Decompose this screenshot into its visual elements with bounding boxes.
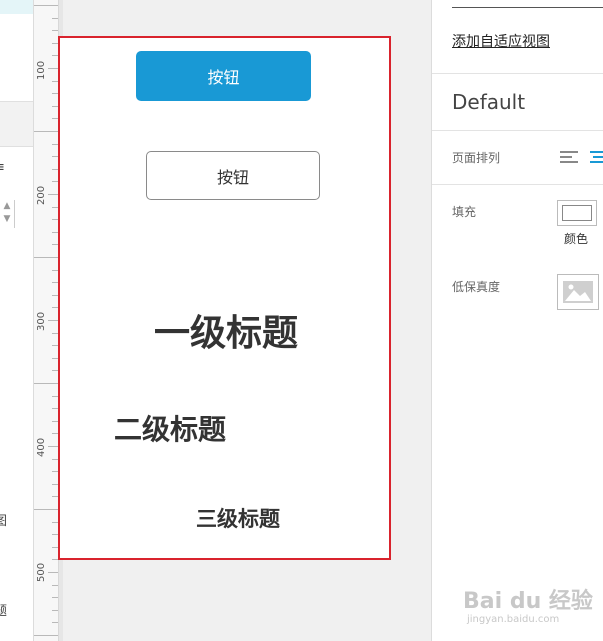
- page-arrangement-label: 页面排列: [452, 151, 501, 165]
- align-left-icon[interactable]: [560, 151, 578, 165]
- ruler-tick: [34, 635, 58, 636]
- left-panel-glyph: ≡: [0, 160, 5, 175]
- add-adaptive-view-link[interactable]: 添加自适应视图: [452, 31, 550, 51]
- page-frame[interactable]: 按钮 按钮 一级标题 二级标题 三级标题: [58, 36, 391, 560]
- left-panel-glyph: 题: [0, 600, 7, 619]
- view-name: Default: [452, 90, 526, 114]
- ruler-label: 400: [36, 437, 47, 457]
- outline-button[interactable]: 按钮: [146, 151, 320, 200]
- section-divider: [432, 73, 603, 74]
- left-panel-stepper[interactable]: ▲ ▼: [0, 200, 15, 228]
- vertical-ruler: 100 200 300 400 500: [34, 0, 59, 641]
- left-panel-selected-item[interactable]: [0, 0, 33, 14]
- ruler-tick: [52, 30, 58, 32]
- low-fidelity-label: 低保真度: [452, 280, 501, 294]
- ruler-tick: [48, 446, 58, 447]
- ruler-tick: [34, 5, 58, 6]
- primary-button[interactable]: 按钮: [136, 51, 311, 101]
- ruler-label: 300: [36, 311, 47, 331]
- fill-color-swatch[interactable]: [557, 200, 597, 226]
- ruler-tick: [52, 622, 58, 624]
- watermark-url: jingyan.baidu.com: [467, 614, 560, 625]
- fill-color-caption: 颜色: [564, 232, 589, 246]
- left-panel-band: [0, 101, 33, 147]
- ruler-tick: [48, 572, 58, 573]
- watermark-logo: Bai du 经验: [463, 589, 593, 614]
- inspector-divider: [452, 7, 603, 8]
- ruler-tick: [34, 509, 58, 510]
- ruler-tick: [34, 383, 58, 384]
- inspector-panel: 添加自适应视图 Default 页面排列 填充 颜色 低保真度: [431, 0, 603, 641]
- chevron-down-icon[interactable]: ▼: [0, 213, 14, 226]
- ruler-tick: [48, 320, 58, 321]
- chevron-up-icon[interactable]: ▲: [0, 200, 14, 213]
- fill-label: 填充: [452, 205, 477, 219]
- section-divider: [432, 130, 603, 131]
- ruler-tick: [52, 584, 58, 586]
- image-placeholder-icon[interactable]: [557, 274, 599, 310]
- heading-level-1[interactable]: 一级标题: [154, 304, 298, 356]
- ruler-tick: [52, 609, 58, 611]
- left-panel-glyph: 图: [0, 510, 7, 529]
- ruler-tick: [52, 597, 58, 599]
- ruler-tick: [48, 68, 58, 69]
- heading-level-2[interactable]: 二级标题: [114, 408, 226, 448]
- section-divider: [432, 184, 603, 185]
- ruler-label: 500: [36, 562, 47, 582]
- ruler-label: 200: [36, 185, 47, 205]
- ruler-tick: [34, 131, 58, 132]
- align-center-icon[interactable]: [590, 151, 603, 165]
- left-panel: ≡ ▲ ▼ 图 题: [0, 0, 34, 641]
- ruler-tick: [52, 17, 58, 19]
- heading-level-3[interactable]: 三级标题: [196, 503, 280, 533]
- ruler-label: 100: [36, 60, 47, 80]
- ruler-tick: [34, 257, 58, 258]
- ruler-tick: [48, 194, 58, 195]
